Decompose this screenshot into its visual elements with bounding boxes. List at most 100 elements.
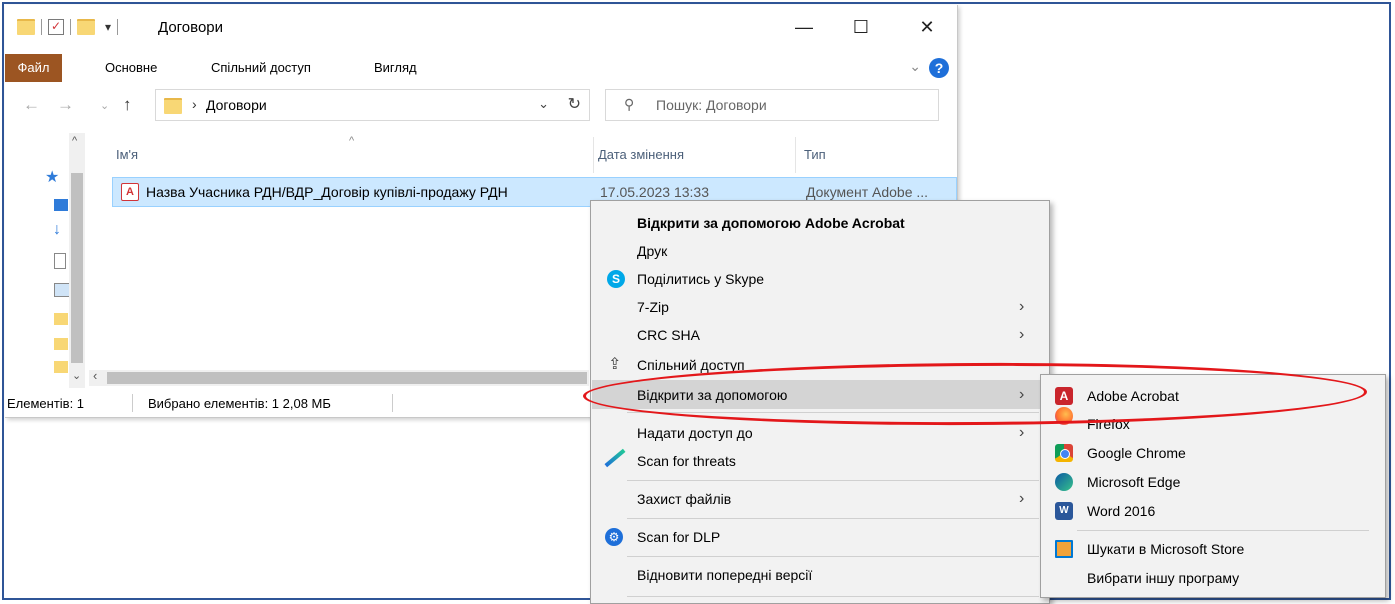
documents-icon[interactable] — [54, 253, 66, 269]
edge-icon — [1055, 473, 1073, 491]
pdf-file-icon: A — [121, 183, 139, 201]
menu-item-label: Scan for DLP — [637, 529, 721, 545]
address-bar[interactable]: › Договори ⌄ ↻ — [155, 89, 590, 121]
submenu-item-choose-other[interactable]: Вибрати іншу програму — [1041, 564, 1385, 592]
separator — [132, 394, 133, 412]
menu-item-label: Друк — [637, 243, 668, 259]
skype-icon: S — [607, 270, 625, 288]
properties-icon[interactable]: ✓ — [48, 19, 64, 35]
scroll-down-icon[interactable]: ⌄ — [72, 369, 81, 382]
minimize-button[interactable]: — — [784, 11, 824, 43]
menu-item-label: Microsoft Edge — [1087, 474, 1181, 490]
forward-icon[interactable]: → — [57, 95, 74, 115]
navigation-bar: ← → ⌄ ↑ › Договори ⌄ ↻ ⚲ Пошук: Договори — [5, 87, 957, 129]
scroll-left-icon[interactable]: ‹ — [93, 368, 97, 383]
menu-item-label: Захист файлів — [637, 491, 732, 507]
separator — [41, 19, 42, 35]
column-header-date[interactable]: Дата змінення — [598, 147, 684, 162]
gear-icon: ⚙ — [605, 528, 623, 546]
scrollbar-thumb[interactable] — [71, 173, 83, 363]
folder-icon[interactable] — [54, 361, 68, 373]
scroll-up-icon[interactable]: ^ — [72, 135, 77, 147]
pictures-icon[interactable] — [54, 283, 70, 297]
maximize-button[interactable]: ☐ — [841, 11, 881, 43]
tab-file[interactable]: Файл — [5, 54, 62, 82]
share-icon: ⇪ — [608, 356, 622, 373]
menu-separator — [627, 596, 1039, 597]
menu-item-label: Поділитись у Skype — [637, 271, 765, 287]
menu-item-7zip[interactable]: 7-Zip › — [591, 293, 1049, 321]
menu-item-scan-threats[interactable]: Scan for threats — [591, 447, 1049, 475]
word-icon: W — [1055, 502, 1073, 520]
breadcrumb[interactable]: Договори — [206, 97, 267, 113]
file-type: Документ Adobe ... — [806, 184, 929, 200]
navigation-pane[interactable]: ★ ↓ ^ ⌄ — [9, 133, 85, 388]
menu-separator — [627, 480, 1039, 481]
quick-access-star-icon[interactable]: ★ — [45, 167, 59, 187]
customize-toolbar-icon[interactable]: ▾ — [105, 20, 111, 34]
close-button[interactable]: ✕ — [907, 11, 947, 43]
recent-locations-icon[interactable]: ⌄ — [100, 99, 109, 112]
scan-threats-icon — [604, 448, 626, 468]
search-input[interactable]: ⚲ Пошук: Договори — [605, 89, 939, 121]
column-header-type[interactable]: Тип — [804, 147, 826, 162]
refresh-icon[interactable]: ↻ — [568, 94, 581, 114]
menu-item-label: Вибрати іншу програму — [1087, 570, 1240, 586]
file-date: 17.05.2023 13:33 — [600, 184, 709, 200]
up-icon[interactable]: ↑ — [123, 95, 132, 115]
desktop-icon[interactable] — [54, 199, 68, 211]
menu-item-restore-versions[interactable]: Відновити попередні версії — [591, 561, 1049, 589]
file-name[interactable]: Назва Учасника РДН/ВДР_Договір купівлі-п… — [146, 184, 508, 200]
menu-item-scan-dlp[interactable]: ⚙ Scan for DLP — [591, 523, 1049, 551]
tab-share[interactable]: Спільний доступ — [211, 60, 311, 75]
menu-item-label: Scan for threats — [637, 453, 736, 469]
search-placeholder: Пошук: Договори — [656, 97, 767, 113]
chevron-down-icon[interactable]: ⌄ — [538, 96, 549, 112]
menu-item-protect-files[interactable]: Захист файлів › — [591, 485, 1049, 513]
menu-item-label: 7-Zip — [637, 299, 669, 315]
submenu-item-store[interactable]: Шукати в Microsoft Store — [1041, 535, 1385, 563]
sort-ascending-icon: ^ — [349, 135, 355, 147]
title-bar: ✓ ▾ Договори — ☐ ✕ — [5, 5, 957, 53]
help-icon[interactable]: ? — [929, 58, 949, 78]
submenu-item-chrome[interactable]: Google Chrome — [1041, 439, 1385, 467]
search-icon: ⚲ — [624, 96, 635, 112]
chevron-right-icon: › — [1019, 490, 1025, 507]
menu-separator — [627, 518, 1039, 519]
item-count: Елементів: 1 — [7, 396, 85, 411]
menu-item-label: Шукати в Microsoft Store — [1087, 541, 1245, 557]
folder-icon[interactable] — [54, 313, 68, 325]
menu-separator — [627, 556, 1039, 557]
downloads-icon[interactable]: ↓ — [53, 221, 61, 239]
chevron-right-icon: › — [1019, 326, 1025, 343]
menu-item-print[interactable]: Друк — [591, 237, 1049, 265]
folder-icon — [17, 19, 35, 35]
back-icon[interactable]: ← — [23, 95, 40, 115]
breadcrumb-chevron-icon[interactable]: › — [192, 96, 197, 112]
menu-item-open-with-acrobat[interactable]: Відкрити за допомогою Adobe Acrobat — [591, 209, 1049, 237]
menu-item-label: CRC SHA — [637, 327, 701, 343]
tab-home[interactable]: Основне — [105, 60, 157, 75]
chrome-icon — [1055, 444, 1073, 462]
microsoft-store-icon — [1055, 540, 1073, 558]
menu-item-label: Word 2016 — [1087, 503, 1156, 519]
menu-item-label: Google Chrome — [1087, 445, 1186, 461]
chevron-right-icon: › — [1019, 298, 1025, 315]
selection-info: Вибрано елементів: 1 2,08 МБ — [148, 396, 331, 411]
column-header-name[interactable]: Ім'я — [116, 147, 138, 162]
column-divider[interactable] — [593, 137, 594, 173]
menu-item-label: Відновити попередні версії — [637, 567, 813, 583]
column-divider[interactable] — [795, 137, 796, 173]
new-folder-icon[interactable] — [77, 19, 95, 35]
submenu-item-word[interactable]: W Word 2016 — [1041, 497, 1385, 525]
menu-item-label: Відкрити за допомогою Adobe Acrobat — [637, 215, 905, 231]
submenu-item-edge[interactable]: Microsoft Edge — [1041, 468, 1385, 496]
tab-view[interactable]: Вигляд — [374, 60, 417, 75]
menu-item-label: Надати доступ до — [637, 425, 753, 441]
separator — [117, 19, 119, 35]
expand-ribbon-icon[interactable]: ⌄ — [909, 58, 921, 75]
scrollbar-thumb[interactable] — [107, 372, 587, 384]
folder-icon[interactable] — [54, 338, 68, 350]
menu-item-share-skype[interactable]: S Поділитись у Skype — [591, 265, 1049, 293]
menu-item-crc-sha[interactable]: CRC SHA › — [591, 321, 1049, 349]
